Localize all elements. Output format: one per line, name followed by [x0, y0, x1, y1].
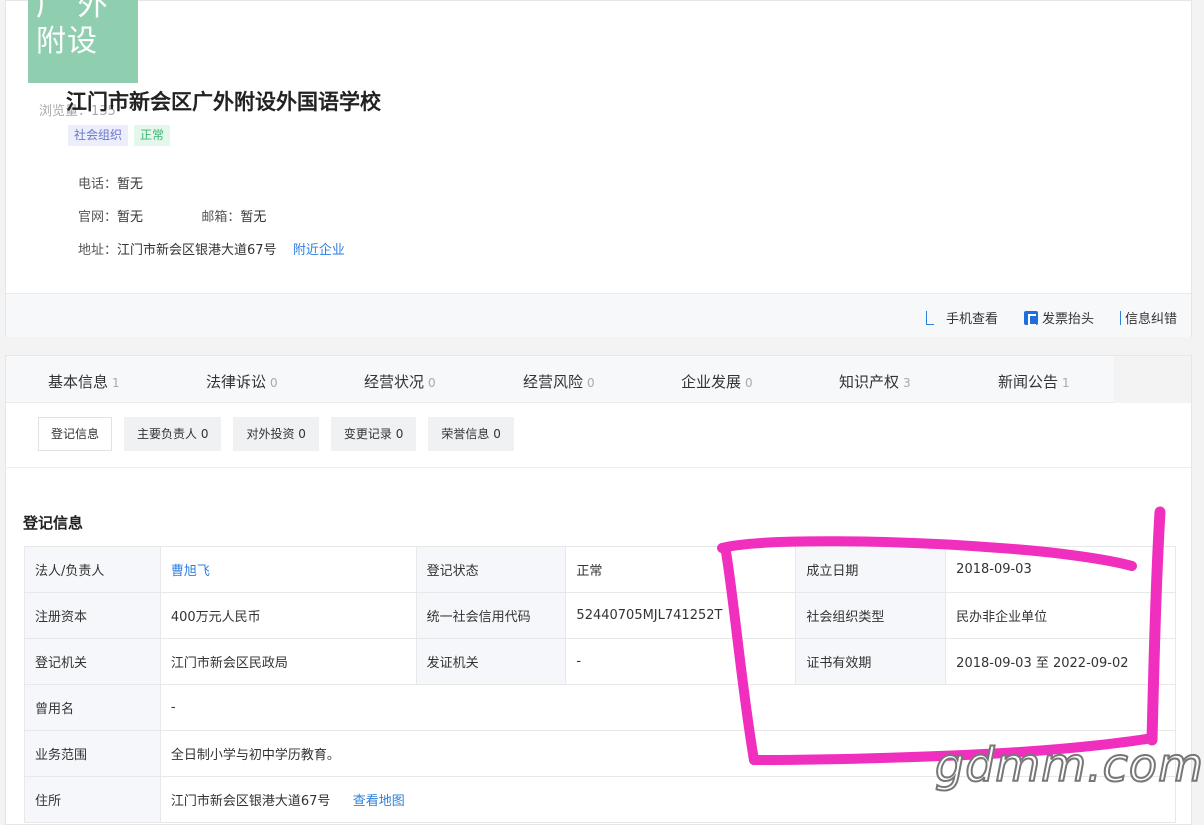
tab-label: 法律诉讼 — [206, 373, 267, 391]
subtab-investments[interactable]: 对外投资 0 — [233, 417, 319, 451]
company-header-card: 广 外 附设 浏览量：135 江门市新会区广外附设外国语学校 社会组织 正常 电… — [5, 0, 1192, 337]
org-type-tag: 社会组织 — [68, 125, 129, 146]
view-map-link[interactable]: 查看地图 — [353, 794, 405, 809]
website-label: 官网： — [78, 210, 118, 225]
authority-value: 江门市新会区民政局 — [159, 638, 417, 685]
subtab-registration[interactable]: 登记信息 — [38, 417, 113, 451]
status-label: 登记状态 — [415, 546, 567, 593]
website-value: 暂无 — [117, 210, 144, 225]
correct-info-label: 信息纠错 — [1124, 312, 1177, 327]
invoice-title-button[interactable]: 发票抬头 — [1023, 308, 1094, 327]
main-tabs: 基本信息 1 法律诉讼 0 经营状况 0 经营风险 0 企业发展 0 知识产权 3 新闻公告… — [6, 356, 1114, 403]
tab-count: 0 — [745, 376, 753, 390]
phone-value: 暂无 — [117, 177, 144, 192]
subtab-honors[interactable]: 荣誉信息 0 — [428, 417, 514, 451]
tab-ip[interactable]: 知识产权 3 — [839, 371, 911, 392]
tab-count: 0 — [428, 376, 436, 390]
tab-count: 0 — [587, 376, 595, 390]
issuer-label: 发证机关 — [415, 638, 567, 685]
tag-list: 社会组织 正常 — [68, 125, 171, 146]
former-name-value: - — [159, 684, 1177, 731]
email-value: 暂无 — [240, 210, 267, 225]
mobile-view-button[interactable]: 手机查看 — [925, 308, 998, 327]
tab-label: 经营风险 — [523, 373, 584, 391]
issuer-value: - — [565, 638, 797, 685]
tab-legal[interactable]: 法律诉讼 0 — [206, 371, 278, 392]
org-type-value: 民办非企业单位 — [945, 592, 1176, 639]
subtab-changes[interactable]: 变更记录 0 — [330, 417, 417, 451]
tab-development[interactable]: 企业发展 0 — [681, 371, 753, 392]
logo-line-2: 附设 — [36, 24, 98, 59]
action-bar: 手机查看 发票抬头 信息纠错 — [6, 293, 1191, 337]
table-row: 注册资本 400万元人民币 统一社会信用代码 52440705MJL741252… — [24, 592, 1176, 639]
edit-icon — [1119, 310, 1121, 325]
phone-line: 电话：暂无 — [78, 173, 143, 192]
tab-label: 新闻公告 — [998, 373, 1059, 391]
tab-risk[interactable]: 经营风险 0 — [523, 371, 595, 392]
email-label: 邮箱： — [201, 210, 241, 225]
tab-count: 1 — [112, 376, 120, 390]
mobile-view-label: 手机查看 — [945, 312, 998, 327]
tab-count: 1 — [1062, 376, 1070, 390]
address-label: 地址： — [78, 243, 118, 258]
capital-label: 注册资本 — [24, 592, 161, 639]
legal-person-label: 法人/负责人 — [24, 546, 161, 593]
phone-label: 电话： — [78, 177, 118, 192]
divider — [6, 467, 1191, 468]
company-name: 江门市新会区广外附设外国语学校 — [66, 90, 381, 114]
capital-value: 400万元人民币 — [159, 592, 417, 639]
founded-value: 2018-09-03 — [945, 546, 1176, 593]
nearby-companies-link[interactable]: 附近企业 — [293, 243, 345, 258]
status-value: 正常 — [565, 546, 797, 593]
tab-basic-info[interactable]: 基本信息 1 — [48, 371, 120, 392]
invoice-title-label: 发票抬头 — [1041, 312, 1094, 327]
company-logo: 广 外 附设 — [28, 0, 138, 83]
org-type-label: 社会组织类型 — [795, 592, 947, 639]
scope-label: 业务范围 — [24, 730, 161, 777]
residence-label: 住所 — [24, 776, 161, 823]
authority-label: 登记机关 — [24, 638, 161, 685]
table-row: 法人/负责人 曹旭飞 登记状态 正常 成立日期 2018-09-03 — [24, 546, 1176, 593]
tab-label: 经营状况 — [364, 373, 425, 391]
tab-label: 知识产权 — [839, 373, 900, 391]
website-line: 官网：暂无 邮箱：暂无 — [78, 206, 266, 225]
correct-info-button[interactable]: 信息纠错 — [1119, 308, 1177, 327]
subtab-principals[interactable]: 主要负责人 0 — [124, 417, 222, 451]
invoice-icon — [1023, 310, 1038, 326]
validity-value: 2018-09-03 至 2022-09-02 — [945, 638, 1176, 685]
address-value: 江门市新会区银港大道67号 — [117, 243, 277, 258]
address-line: 地址：江门市新会区银港大道67号 附近企业 — [78, 239, 345, 258]
status-tag: 正常 — [134, 125, 171, 146]
tab-count: 0 — [270, 376, 278, 390]
former-name-label: 曾用名 — [24, 684, 161, 731]
logo-line-1: 广 外 — [36, 0, 109, 23]
tab-news[interactable]: 新闻公告 1 — [998, 371, 1070, 392]
validity-label: 证书有效期 — [795, 638, 947, 685]
tab-label: 基本信息 — [48, 373, 109, 391]
tab-count: 3 — [903, 376, 911, 390]
table-row: 登记机关 江门市新会区民政局 发证机关 - 证书有效期 2018-09-03 至… — [24, 638, 1176, 685]
table-row: 曾用名 - — [24, 684, 1177, 731]
legal-person-link[interactable]: 曹旭飞 — [171, 564, 210, 579]
section-title: 登记信息 — [23, 514, 84, 532]
tabs-filler — [1114, 356, 1191, 403]
phone-icon — [925, 310, 934, 325]
site-watermark: gdmm.com — [934, 737, 1204, 793]
founded-label: 成立日期 — [795, 546, 947, 593]
tab-label: 企业发展 — [681, 373, 742, 391]
sub-tabs: 登记信息 主要负责人 0 对外投资 0 变更记录 0 荣誉信息 0 — [38, 417, 514, 451]
credit-code-label: 统一社会信用代码 — [415, 592, 567, 639]
tab-operation[interactable]: 经营状况 0 — [364, 371, 436, 392]
residence-value: 江门市新会区银港大道67号 — [170, 794, 331, 809]
credit-code-value: 52440705MJL741252T — [565, 592, 797, 639]
